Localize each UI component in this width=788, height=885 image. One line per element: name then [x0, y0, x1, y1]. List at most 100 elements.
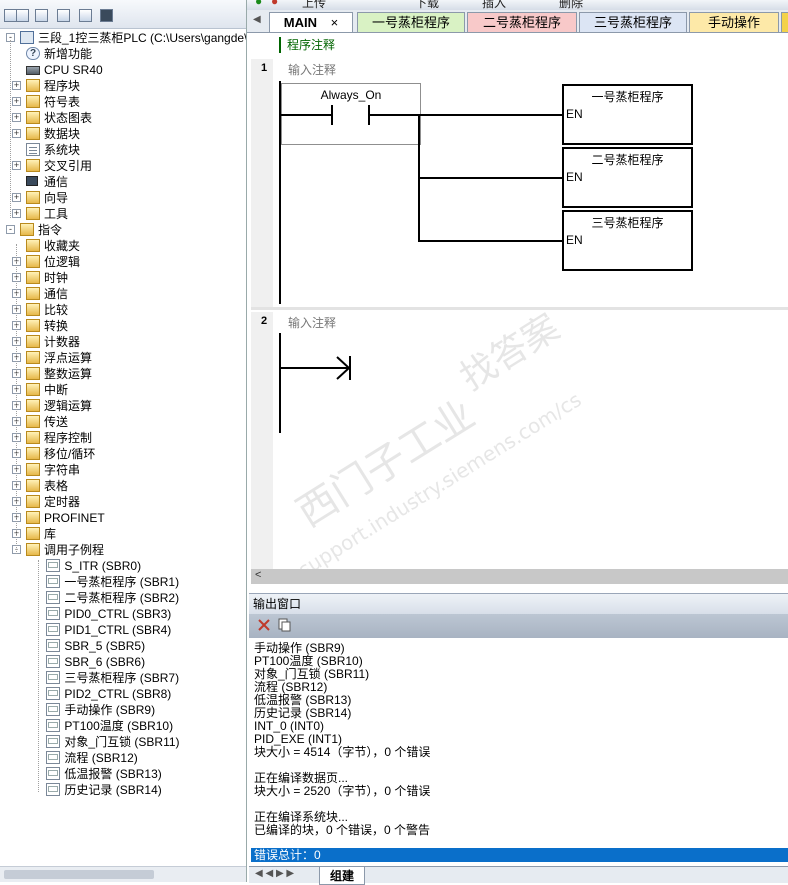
tree-subroutine[interactable]: PID1_CTRL (SBR4): [0, 622, 246, 638]
box-en-label: EN: [566, 107, 583, 121]
network-2-comment[interactable]: 输入注释: [288, 314, 336, 331]
tree-subroutine[interactable]: SBR_5 (SBR5): [0, 638, 246, 654]
tree-subroutine[interactable]: 对象_门互锁 (SBR11): [0, 734, 246, 750]
call-box-sbr2[interactable]: 二号蒸柜程序 EN: [562, 147, 693, 208]
subroutine-icon: [46, 671, 61, 684]
tree-instruction-folder[interactable]: + 库: [0, 526, 246, 542]
subroutine-icon: [46, 623, 61, 636]
tree-instruction-folder[interactable]: + 字符串: [0, 462, 246, 478]
tree-instruction-folder[interactable]: + 定时器: [0, 494, 246, 510]
tree-subroutine[interactable]: 二号蒸柜程序 (SBR2): [0, 590, 246, 606]
delete-button[interactable]: 删除: [559, 0, 583, 10]
tree-horizontal-scrollbar[interactable]: [0, 866, 246, 882]
tab-manual[interactable]: 手动操作: [689, 12, 779, 32]
tree-instruction-folder[interactable]: + 时钟: [0, 270, 246, 286]
tree-item[interactable]: + 向导: [0, 190, 246, 206]
expand-icon[interactable]: +: [12, 193, 21, 202]
tab-sbr2[interactable]: 二号蒸柜程序: [467, 12, 577, 32]
tree-instruction-folder[interactable]: + PROFINET: [0, 510, 246, 526]
tree-instruction-folder[interactable]: + 中断: [0, 382, 246, 398]
project-tree: - 三段_1控三蒸柜PLC (C:\Users\gangde\Des? 新增功能 CP…: [0, 30, 246, 860]
tree-instruction-folder[interactable]: + 比较: [0, 302, 246, 318]
upload-button[interactable]: 上传: [302, 0, 326, 10]
monitor-icon[interactable]: [100, 9, 113, 22]
tree-subroutine[interactable]: S_ITR (SBR0): [0, 558, 246, 574]
scrollbar-thumb[interactable]: [4, 870, 154, 879]
box-en-label: EN: [566, 233, 583, 247]
tree-instruction-folder[interactable]: + 移位/循环: [0, 446, 246, 462]
expand-icon[interactable]: +: [12, 129, 21, 138]
tab-sbr7[interactable]: 三号蒸柜程序: [579, 12, 687, 32]
tab-sbr1[interactable]: 一号蒸柜程序: [357, 12, 465, 32]
collapse-icon[interactable]: -: [6, 225, 15, 234]
tree-item[interactable]: + 程序块: [0, 78, 246, 94]
tree-item[interactable]: 系统块: [0, 142, 246, 158]
tree-item[interactable]: + 交叉引用: [0, 158, 246, 174]
tree-subroutine[interactable]: SBR_6 (SBR6): [0, 654, 246, 670]
tab-main[interactable]: MAIN ×: [269, 12, 353, 32]
ladder-editor[interactable]: 程序注释 1 输入注释 Always_On 一号蒸柜程序 EN 二号蒸柜程序 E…: [251, 33, 788, 570]
scroll-left-icon[interactable]: <: [255, 569, 261, 581]
download-button[interactable]: 下载: [415, 0, 439, 10]
tree-instruction-folder[interactable]: + 逻辑运算: [0, 398, 246, 414]
tab-nav-icons[interactable]: ◀ ◀ ▶ ▶: [255, 868, 294, 879]
tree-item[interactable]: CPU SR40: [0, 62, 246, 78]
folder-icon: [26, 495, 40, 508]
tree-instruction-folder[interactable]: + 转换: [0, 318, 246, 334]
expand-icon[interactable]: +: [12, 209, 21, 218]
toolbar-icon-3[interactable]: [35, 9, 48, 22]
close-icon[interactable]: ×: [331, 15, 339, 30]
tree-instruction-folder[interactable]: + 计数器: [0, 334, 246, 350]
tree-subroutine[interactable]: PT100温度 (SBR10): [0, 718, 246, 734]
toolbar-icon-2[interactable]: [16, 9, 29, 22]
tab-build[interactable]: 组建: [319, 867, 366, 885]
tree-project-root[interactable]: - 三段_1控三蒸柜PLC (C:\Users\gangde\Des: [0, 30, 246, 46]
call-box-sbr1[interactable]: 一号蒸柜程序 EN: [562, 84, 693, 145]
tree-item[interactable]: + 数据块: [0, 126, 246, 142]
tab-scroll-left-icon[interactable]: ◀: [253, 14, 261, 25]
tab-overflow[interactable]: [781, 12, 788, 32]
expand-icon[interactable]: +: [12, 161, 21, 170]
tree-instruction-folder[interactable]: + 浮点运算: [0, 350, 246, 366]
stop-icon[interactable]: ●: [271, 0, 278, 8]
program-comment[interactable]: 程序注释: [279, 37, 335, 53]
tree-item[interactable]: + 符号表: [0, 94, 246, 110]
tree-item[interactable]: + 状态图表: [0, 110, 246, 126]
expand-icon[interactable]: +: [12, 113, 21, 122]
tree-subroutine[interactable]: 历史记录 (SBR14): [0, 782, 246, 798]
editor-horizontal-scrollbar[interactable]: <: [251, 569, 788, 584]
output-window-title: 输出窗口: [249, 593, 788, 614]
tree-subroutine[interactable]: 流程 (SBR12): [0, 750, 246, 766]
tree-instruction-folder[interactable]: 收藏夹: [0, 238, 246, 254]
tree-subroutine[interactable]: PID0_CTRL (SBR3): [0, 606, 246, 622]
toolbar-icon-4[interactable]: [57, 9, 70, 22]
tree-instruction-folder[interactable]: + 程序控制: [0, 430, 246, 446]
run-icon[interactable]: ●: [255, 0, 262, 8]
copy-output-icon[interactable]: [277, 618, 291, 632]
call-box-sbr7[interactable]: 三号蒸柜程序 EN: [562, 210, 693, 271]
network-1-comment[interactable]: 输入注释: [288, 61, 336, 78]
tree-subroutine[interactable]: PID2_CTRL (SBR8): [0, 686, 246, 702]
tree-item[interactable]: ? 新增功能: [0, 46, 246, 62]
tree-item-label: 数据块: [44, 127, 81, 141]
toolbar-icon-5[interactable]: [79, 9, 92, 22]
tree-instruction-folder[interactable]: + 位逻辑: [0, 254, 246, 270]
network-2-gutter: [251, 312, 273, 570]
tree-subroutine[interactable]: 手动操作 (SBR9): [0, 702, 246, 718]
expand-icon[interactable]: +: [12, 81, 21, 90]
tree-instruction-folder[interactable]: + 通信: [0, 286, 246, 302]
tree-item-label: 系统块: [44, 143, 81, 157]
expand-icon[interactable]: +: [12, 97, 21, 106]
tree-instructions-root[interactable]: - 指令: [0, 222, 246, 238]
tree-subroutine[interactable]: 一号蒸柜程序 (SBR1): [0, 574, 246, 590]
tree-subroutine[interactable]: 低温报警 (SBR13): [0, 766, 246, 782]
tree-subroutine[interactable]: 三号蒸柜程序 (SBR7): [0, 670, 246, 686]
clear-output-icon[interactable]: [257, 618, 271, 632]
insert-button[interactable]: 插入: [482, 0, 506, 10]
tree-instruction-folder[interactable]: - 调用子例程: [0, 542, 246, 558]
tree-instruction-folder[interactable]: + 整数运算: [0, 366, 246, 382]
tree-instruction-folder[interactable]: + 表格: [0, 478, 246, 494]
tree-item[interactable]: + 工具: [0, 206, 246, 222]
tree-item[interactable]: 通信: [0, 174, 246, 190]
tree-instruction-folder[interactable]: + 传送: [0, 414, 246, 430]
